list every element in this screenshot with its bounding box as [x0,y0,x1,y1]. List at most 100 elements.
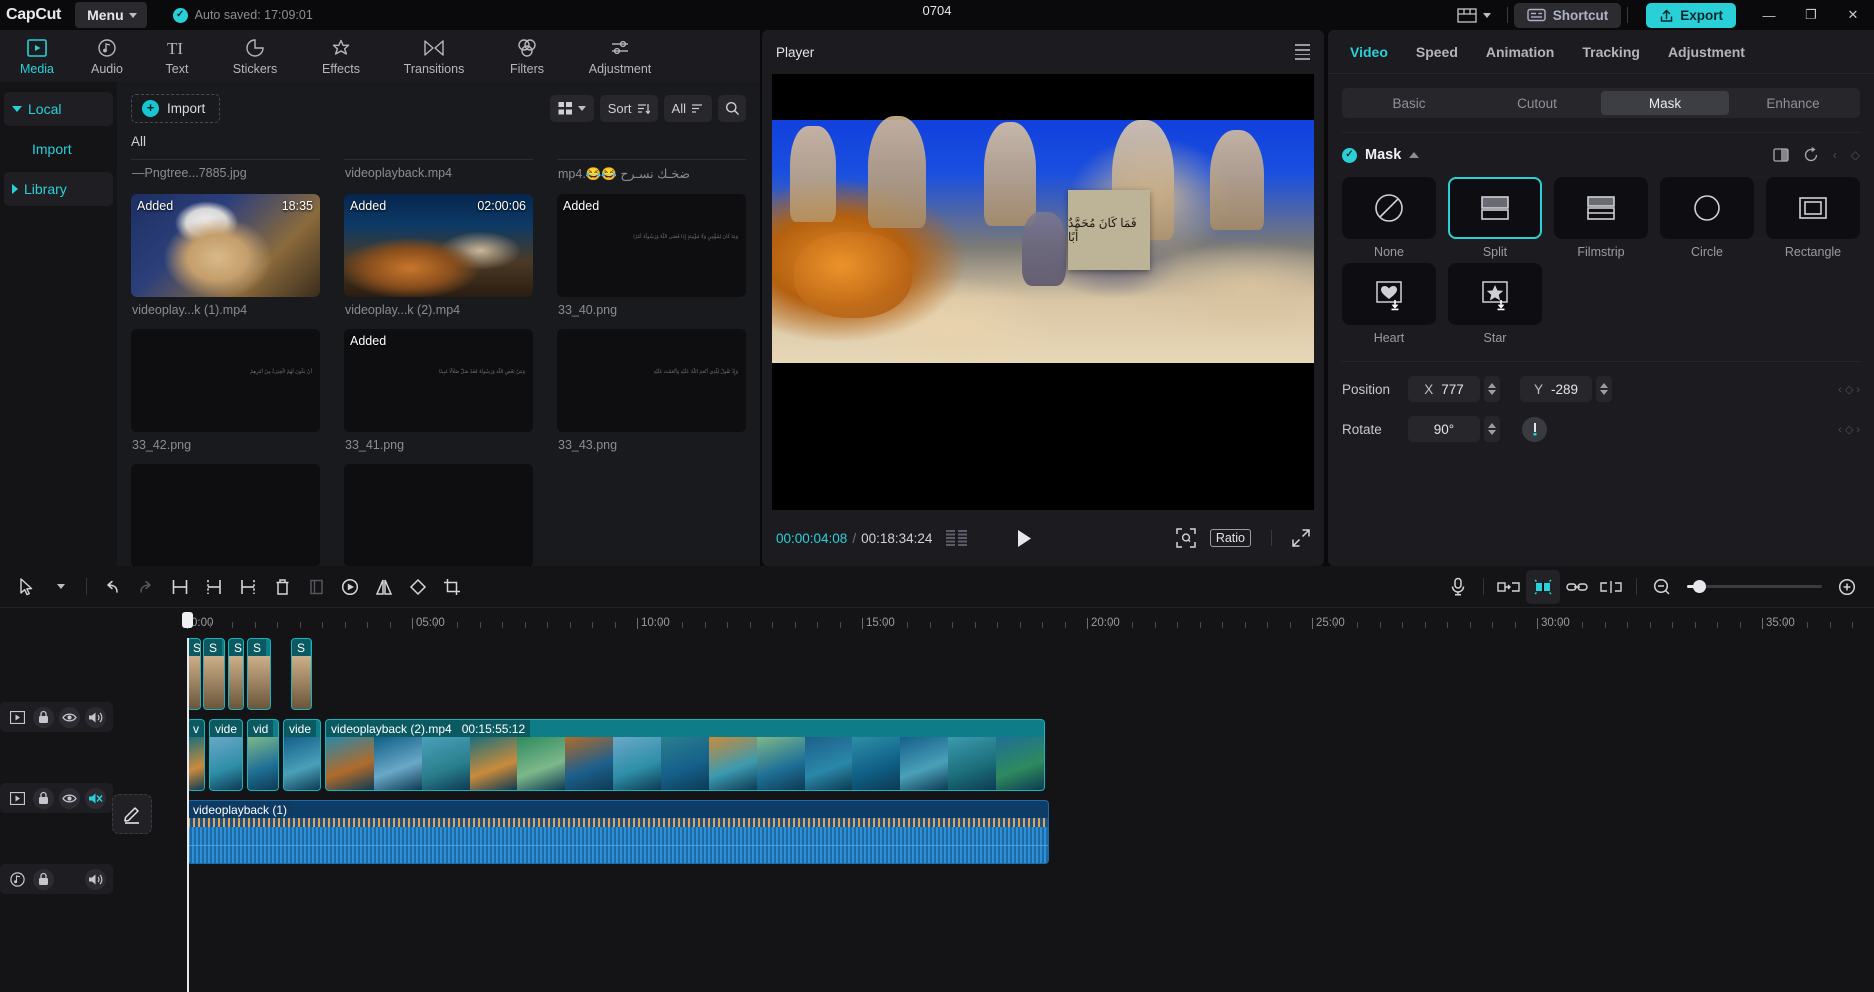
tab-audio[interactable]: Audio [72,30,142,82]
menu-button[interactable]: Menu [75,2,147,28]
rotate-stepper[interactable] [1484,416,1500,442]
media-thumbnail[interactable] [344,464,533,567]
timeline-clip[interactable]: vide [209,719,243,791]
timeline-clip[interactable]: v [187,719,205,791]
trim-right-icon[interactable] [231,570,265,604]
sidebar-item-import[interactable]: Import [4,132,113,166]
mask-option-filmstrip[interactable]: Filmstrip [1554,177,1648,259]
mute-track-icon[interactable] [85,706,107,728]
unmute-track-icon[interactable] [85,787,107,809]
sidebar-item-library[interactable]: Library [4,172,113,206]
position-keyframe-controls[interactable]: ‹ ◇ › [1838,383,1860,396]
media-item[interactable]: videoplayback.mp4 [344,153,533,188]
tab-media[interactable]: Media [2,30,72,82]
close-button[interactable]: ✕ [1832,0,1874,30]
rotate-dial-button[interactable] [1522,416,1547,442]
rotate-icon[interactable] [401,570,435,604]
mask-option-box[interactable] [1448,177,1542,239]
freeze-frame-icon[interactable] [333,570,367,604]
lock-track-icon[interactable] [32,706,54,728]
zoom-slider-handle[interactable] [1693,580,1706,593]
media-thumbnail[interactable]: Added 18:35 [131,194,320,297]
frame-list-icon[interactable] [946,530,968,546]
duplicate-icon[interactable] [299,570,333,604]
maximize-button[interactable]: ❐ [1790,0,1832,30]
mask-option-circle[interactable]: Circle [1660,177,1754,259]
mask-option-box[interactable] [1554,177,1648,239]
tab-text[interactable]: TI Text [142,30,212,82]
tab-tracking[interactable]: Tracking [1568,30,1654,74]
player-menu-icon[interactable] [1295,44,1310,60]
media-item[interactable]: Added 18:35 videoplay...k (1).mp4 [131,188,320,323]
select-tool-icon[interactable] [10,570,44,604]
position-x-input[interactable]: X 777 [1408,376,1480,402]
rotate-keyframe-controls[interactable]: ‹ ◇ › [1838,423,1860,436]
tab-adjustment[interactable]: Adjustment [1654,30,1759,74]
export-button[interactable]: Export [1646,2,1736,28]
zoom-slider[interactable] [1687,580,1822,593]
position-y-input[interactable]: Y -289 [1520,376,1592,402]
timeline-audio-clip[interactable]: videoplayback (1) [187,800,1049,864]
mask-option-box[interactable] [1660,177,1754,239]
position-x-stepper[interactable] [1484,376,1500,402]
subtab-cutout[interactable]: Cutout [1473,91,1601,115]
tab-adjustment[interactable]: Adjustment [570,30,670,82]
hide-track-icon[interactable] [59,787,81,809]
position-y-stepper[interactable] [1596,376,1612,402]
split-icon[interactable] [163,570,197,604]
media-item[interactable]: Added 02:00:06 videoplay...k (2).mp4 [344,188,533,323]
timeline-clip[interactable]: S [228,638,244,710]
split-clips-icon[interactable] [1594,570,1628,604]
mask-option-star[interactable]: Star [1448,263,1542,345]
record-voiceover-icon[interactable] [1441,570,1475,604]
subtab-mask[interactable]: Mask [1601,91,1729,115]
timeline-clip[interactable]: S [203,638,225,710]
layout-switcher-button[interactable] [1447,0,1501,30]
timeline-clip[interactable]: S [291,638,312,710]
trim-left-icon[interactable] [197,570,231,604]
search-button[interactable] [718,94,746,122]
tab-filters[interactable]: Filters [484,30,570,82]
mask-option-rectangle[interactable]: Rectangle [1766,177,1860,259]
rotate-input[interactable]: 90° [1408,416,1480,442]
lock-track-icon[interactable] [32,868,54,890]
minimize-button[interactable]: — [1748,0,1790,30]
hide-track-icon[interactable] [59,706,81,728]
media-thumbnail[interactable]: أَنْ يَكُونَ لَهُمُ الْخِيَرَةُ مِنْ أَم… [131,329,320,432]
tab-speed[interactable]: Speed [1402,30,1472,74]
media-item[interactable] [131,458,320,567]
tab-effects[interactable]: Effects [298,30,384,82]
subtab-enhance[interactable]: Enhance [1729,91,1857,115]
keyframe-prev-icon[interactable]: ‹ [1833,148,1837,162]
mask-enabled-checkbox[interactable]: ✓ [1342,147,1357,163]
subtab-basic[interactable]: Basic [1345,91,1473,115]
auto-cut-icon[interactable] [1526,569,1560,604]
view-mode-button[interactable] [549,94,594,122]
hide-track-icon-disabled[interactable] [59,869,80,890]
auto-transition-icon[interactable] [1492,570,1526,604]
link-clips-icon[interactable] [1560,570,1594,604]
media-item[interactable]: أَنْ يَكُونَ لَهُمُ الْخِيَرَةُ مِنْ أَم… [131,323,320,458]
keyframe-add-icon[interactable]: ◇ [1851,148,1860,162]
sort-button[interactable]: Sort [599,94,658,122]
media-thumbnail[interactable]: Added 02:00:06 [344,194,533,297]
timeline-tracks[interactable]: S S S S Sv vide vid vide videoplayback (2).mp4 00… [117,638,1874,992]
chevron-up-icon[interactable] [1409,152,1420,158]
mirror-icon[interactable] [367,570,401,604]
filter-button[interactable]: All [663,94,712,122]
mask-option-box[interactable] [1448,263,1542,325]
media-thumbnail[interactable]: وَمَنْ يَعْصِ اللَّهَ وَرَسُولَهُ فَقَدْ… [344,329,533,432]
mask-option-box[interactable] [1766,177,1860,239]
tab-transitions[interactable]: Transitions [384,30,484,82]
timeline-clip[interactable]: videoplayback (2).mp4 00:15:55:12 [325,719,1045,791]
mask-option-box[interactable] [1342,177,1436,239]
media-item[interactable]: وَمَنْ يَعْصِ اللَّهَ وَرَسُولَهُ فَقَدْ… [344,323,533,458]
timeline-clip[interactable]: vid [247,719,279,791]
crop-icon[interactable] [435,570,469,604]
fullscreen-icon[interactable] [1292,529,1310,547]
mask-option-box[interactable] [1342,263,1436,325]
sidebar-item-local[interactable]: Local [4,92,113,126]
timeline-clip[interactable]: S [247,638,271,710]
media-thumbnail[interactable] [131,464,320,567]
media-thumbnail[interactable]: وَإِذْ تَقُولُ لِلَّذِي أَنْعَمَ اللَّهُ… [557,329,746,432]
